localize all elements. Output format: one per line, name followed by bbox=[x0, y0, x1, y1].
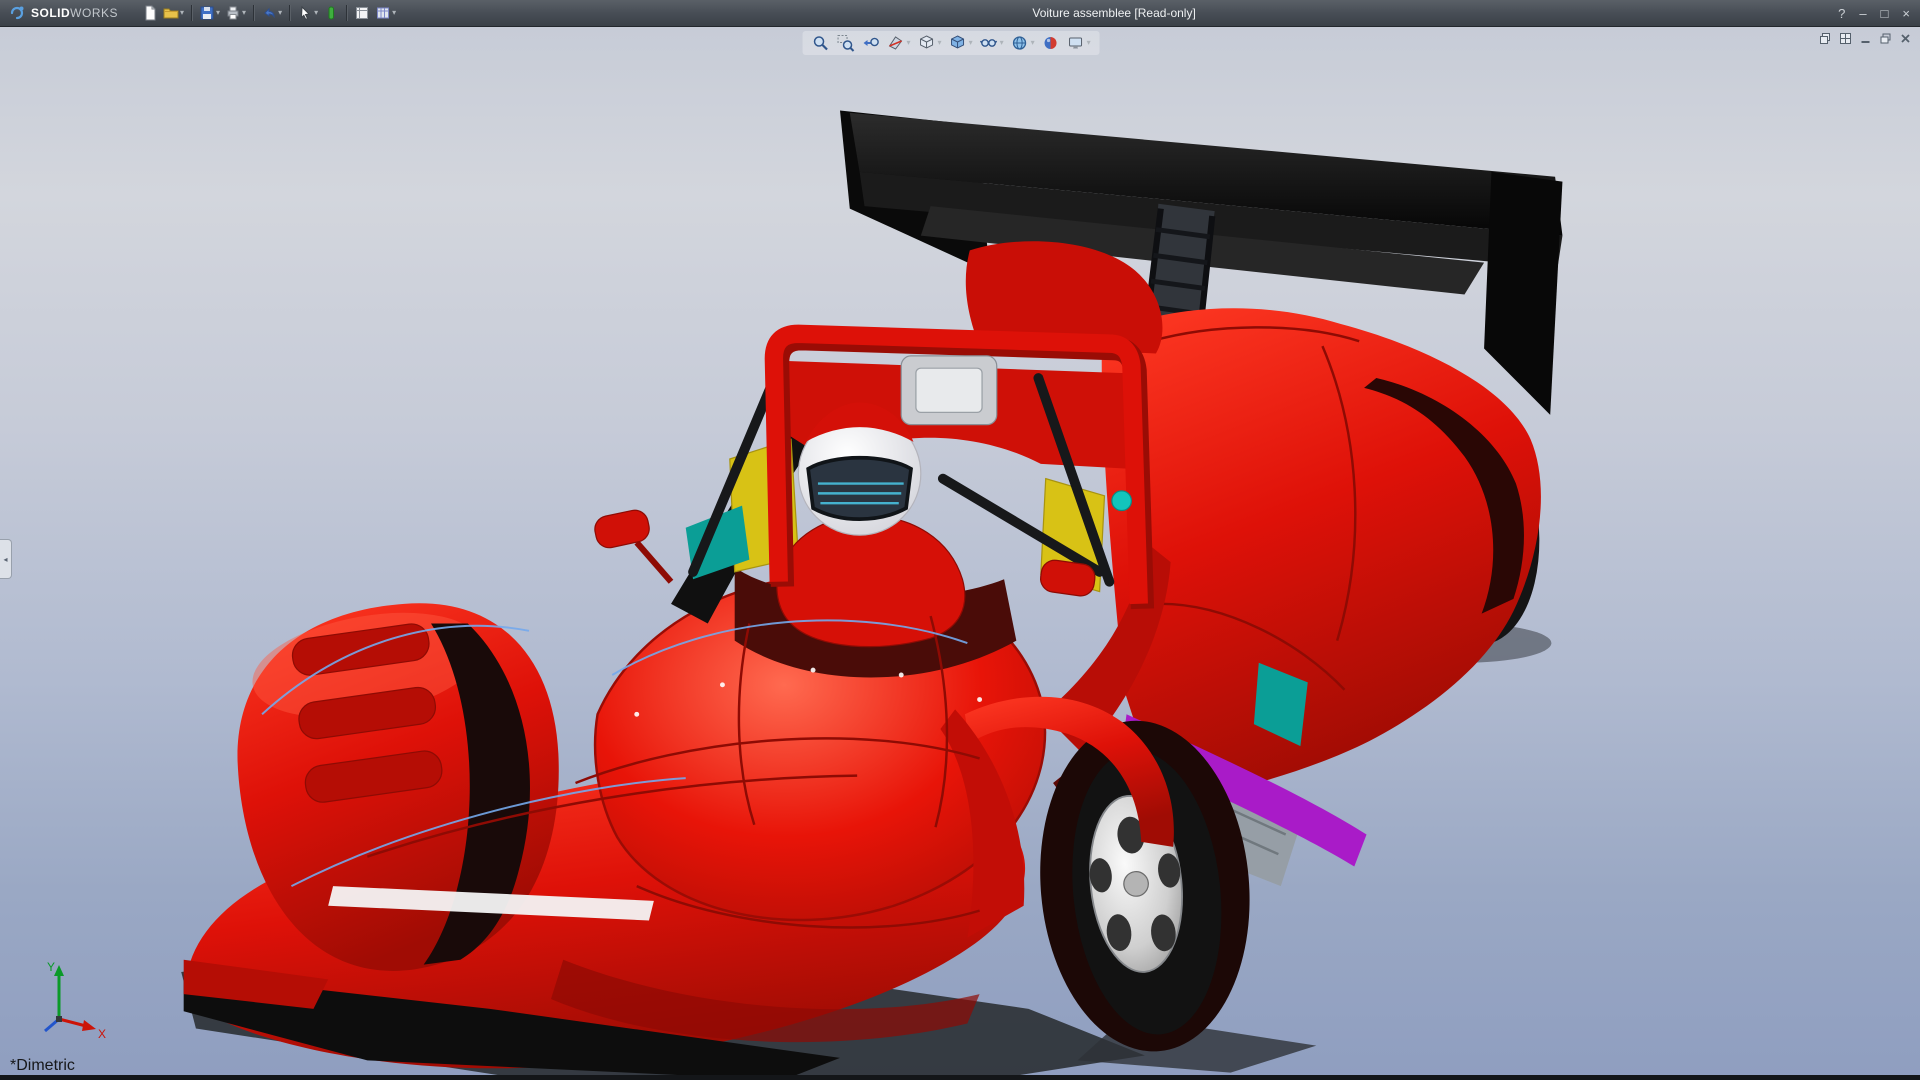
section-view-icon bbox=[887, 34, 905, 52]
open-folder-icon bbox=[163, 5, 179, 21]
component-color-icon bbox=[323, 5, 339, 21]
apply-scene-button[interactable]: ▾ bbox=[1010, 33, 1036, 53]
open-button[interactable]: ▾ bbox=[161, 1, 186, 25]
document-window-controls bbox=[1819, 32, 1912, 45]
hide-show-items-button[interactable]: ▾ bbox=[979, 33, 1005, 53]
window-title: Voiture assemblee [Read-only] bbox=[398, 6, 1830, 20]
edit-appearance-icon bbox=[1042, 34, 1060, 52]
new-document-icon bbox=[142, 5, 158, 21]
select-button[interactable]: ▾ bbox=[295, 1, 320, 25]
dropdown-caret[interactable]: ▾ bbox=[242, 9, 246, 17]
component-color-button[interactable] bbox=[321, 1, 341, 25]
section-view-button[interactable]: ▾ bbox=[886, 33, 912, 53]
toolbar-separator bbox=[346, 5, 347, 21]
tile-windows-icon[interactable] bbox=[1839, 32, 1852, 45]
fender-louvers bbox=[285, 622, 448, 805]
edit-appearance-button[interactable] bbox=[1041, 33, 1061, 53]
feature-manager-collapse-tab[interactable]: ◂ bbox=[0, 539, 12, 579]
x-axis-label: X bbox=[98, 1027, 106, 1041]
toolbar-separator bbox=[253, 5, 254, 21]
cockpit bbox=[592, 241, 1162, 677]
previous-view-icon bbox=[862, 34, 880, 52]
bottom-edge-strip bbox=[0, 1075, 1920, 1080]
display-style-button[interactable]: ▾ bbox=[948, 33, 974, 53]
zoom-to-fit-icon bbox=[812, 34, 830, 52]
help-button[interactable]: ? bbox=[1838, 7, 1845, 20]
dropdown-caret[interactable]: ▾ bbox=[1000, 39, 1004, 47]
dropdown-caret[interactable]: ▾ bbox=[216, 9, 220, 17]
options-table-button[interactable]: ▾ bbox=[373, 1, 398, 25]
minimize-button[interactable]: – bbox=[1859, 7, 1866, 20]
titlebar: SOLIDWORKS ▾ bbox=[0, 0, 1920, 27]
zoom-to-area-button[interactable] bbox=[836, 33, 856, 53]
view-settings-button[interactable]: ▾ bbox=[1066, 33, 1092, 53]
view-orientation-button[interactable]: ▾ bbox=[917, 33, 943, 53]
dropdown-caret[interactable]: ▾ bbox=[314, 9, 318, 17]
select-cursor-icon bbox=[297, 5, 313, 21]
cascade-windows-icon[interactable] bbox=[1819, 32, 1832, 45]
print-icon bbox=[225, 5, 241, 21]
zoom-to-area-icon bbox=[837, 34, 855, 52]
view-orientation-icon bbox=[918, 34, 936, 52]
dropdown-caret[interactable]: ▾ bbox=[278, 9, 282, 17]
view-settings-icon bbox=[1067, 34, 1085, 52]
main-toolbar: ▾ ▾ ▾ bbox=[140, 1, 398, 25]
brand-name: SOLIDWORKS bbox=[31, 6, 118, 20]
restore-document-icon[interactable] bbox=[1879, 32, 1892, 45]
close-button[interactable]: × bbox=[1902, 7, 1910, 20]
undo-icon bbox=[261, 5, 277, 21]
dropdown-caret[interactable]: ▾ bbox=[392, 9, 396, 17]
table-icon bbox=[375, 5, 391, 21]
save-button[interactable]: ▾ bbox=[197, 1, 222, 25]
new-document-button[interactable] bbox=[140, 1, 160, 25]
solidworks-window: SOLIDWORKS ▾ bbox=[0, 0, 1920, 1080]
dropdown-caret[interactable]: ▾ bbox=[969, 39, 973, 47]
dropdown-caret[interactable]: ▾ bbox=[1031, 39, 1035, 47]
y-axis-label: Y bbox=[47, 960, 55, 974]
save-icon bbox=[199, 5, 215, 21]
minimize-document-icon[interactable] bbox=[1859, 32, 1872, 45]
model-3d-canvas[interactable] bbox=[0, 27, 1920, 1080]
car-body bbox=[184, 542, 1171, 1080]
dropdown-caret[interactable]: ▾ bbox=[907, 39, 911, 47]
dropdown-caret[interactable]: ▾ bbox=[180, 9, 184, 17]
toolbar-separator bbox=[191, 5, 192, 21]
design-binder-button[interactable] bbox=[352, 1, 372, 25]
close-document-icon[interactable] bbox=[1899, 32, 1912, 45]
display-style-icon bbox=[949, 34, 967, 52]
hide-show-icon bbox=[980, 34, 998, 52]
orientation-label: *Dimetric bbox=[10, 1057, 75, 1075]
undo-button[interactable]: ▾ bbox=[259, 1, 284, 25]
dropdown-caret[interactable]: ▾ bbox=[938, 39, 942, 47]
maximize-button[interactable]: □ bbox=[1881, 7, 1889, 20]
zoom-to-fit-button[interactable] bbox=[811, 33, 831, 53]
reference-triad[interactable]: X Y bbox=[14, 957, 110, 1054]
graphics-viewport[interactable]: ▾ ▾ ▾ bbox=[0, 27, 1920, 1080]
collapse-arrow-icon: ◂ bbox=[3, 555, 7, 564]
previous-view-button[interactable] bbox=[861, 33, 881, 53]
visor bbox=[808, 458, 911, 519]
heads-up-view-toolbar: ▾ ▾ ▾ bbox=[803, 31, 1100, 55]
print-button[interactable]: ▾ bbox=[223, 1, 248, 25]
toolbar-separator bbox=[289, 5, 290, 21]
triad-axes-icon: X Y bbox=[14, 957, 110, 1049]
design-binder-icon bbox=[354, 5, 370, 21]
brand: SOLIDWORKS bbox=[0, 5, 126, 21]
3ds-logo-icon bbox=[8, 5, 26, 21]
window-controls: ? – □ × bbox=[1830, 7, 1920, 20]
dropdown-caret[interactable]: ▾ bbox=[1087, 39, 1091, 47]
apply-scene-icon bbox=[1011, 34, 1029, 52]
